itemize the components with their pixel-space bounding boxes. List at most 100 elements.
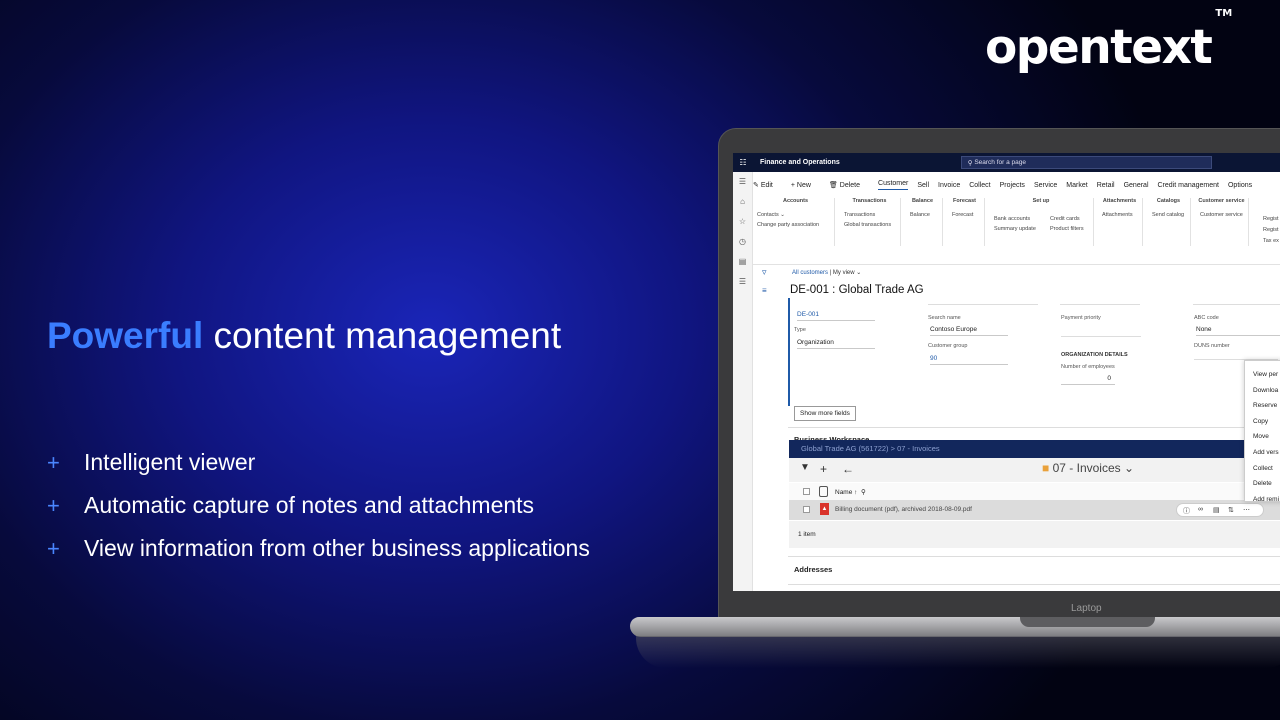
account-field[interactable]: DE-001 <box>797 311 875 321</box>
filter-icon[interactable]: ▿ <box>762 267 767 278</box>
breadcrumb: All customers | My view ⌄ <box>792 270 862 276</box>
new-button[interactable]: + New <box>791 182 820 189</box>
tab-projects[interactable]: Projects <box>1000 182 1025 189</box>
compare-icon[interactable]: ⇅ <box>1228 506 1234 514</box>
opentext-logo: opentextTM <box>985 8 1233 75</box>
show-more-fields-button[interactable]: Show more fields <box>794 406 856 421</box>
info-icon[interactable]: ⓘ <box>1183 506 1190 516</box>
ribbon-item-transactions[interactable]: Transactions <box>839 210 900 220</box>
workspace-icon[interactable]: ▤ <box>733 252 752 272</box>
menu-item-move[interactable]: Move <box>1245 429 1280 445</box>
table-row[interactable]: ▲ Billing document (pdf), archived 2018-… <box>789 500 1280 520</box>
add-icon[interactable]: + <box>820 462 827 476</box>
ribbon-item-change-party[interactable]: Change party association <box>757 220 834 230</box>
ribbon-item-bank-accounts[interactable]: Bank accounts <box>994 214 1036 224</box>
laptop-shadow <box>636 636 1280 668</box>
employees-field[interactable]: 0 <box>1061 375 1115 385</box>
delete-button[interactable]: 🗑 Delete <box>829 181 869 189</box>
search-icon: ⚲ <box>967 159 975 167</box>
menu-item-add-reminder[interactable]: Add remi <box>1245 492 1280 501</box>
ribbon-item-attachments[interactable]: Attachments <box>1097 210 1142 220</box>
ribbon-item-product-filters[interactable]: Product filters <box>1050 224 1084 234</box>
file-name[interactable]: Billing document (pdf), archived 2018-08… <box>835 506 972 513</box>
app-topbar: ☷ Finance and Operations ⚲ Search for a … <box>733 153 1280 172</box>
star-icon[interactable]: ☆ <box>733 212 752 232</box>
abc-code-field[interactable]: None <box>1196 326 1280 336</box>
plus-icon: + <box>47 492 60 518</box>
tab-retail[interactable]: Retail <box>1097 182 1115 189</box>
menu-item-copy[interactable]: Copy <box>1245 414 1280 430</box>
left-nav-rail: ☰ ⌂ ☆ ◷ ▤ ☰ <box>733 172 753 591</box>
select-all-checkbox[interactable] <box>803 488 810 495</box>
menu-item-download[interactable]: Downloa <box>1245 383 1280 399</box>
headline: Powerful content management <box>47 315 561 357</box>
ribbon-item-balance[interactable]: Balance <box>903 210 942 220</box>
ribbon-group-accounts: Accounts Contacts ⌄ Change party associa… <box>757 198 835 246</box>
menu-item-collect[interactable]: Collect <box>1245 461 1280 477</box>
home-icon[interactable]: ⌂ <box>733 192 752 212</box>
tab-general[interactable]: General <box>1124 182 1149 189</box>
app-name[interactable]: Finance and Operations <box>760 159 840 166</box>
edit-button[interactable]: ✎ Edit <box>753 181 782 189</box>
ribbon-group-balance: Balance Balance <box>903 198 943 246</box>
ribbon-overflow: Regist Regist Tax ex <box>1263 216 1279 244</box>
workspace-toolbar: ▼ + ← ■ 07 - Invoices ⌄ <box>789 458 1280 482</box>
tab-credit-management[interactable]: Credit management <box>1158 182 1219 189</box>
ribbon-item-contacts[interactable]: Contacts ⌄ <box>757 210 834 220</box>
menu-item-reserve[interactable]: Reserve <box>1245 398 1280 414</box>
tab-market[interactable]: Market <box>1066 182 1087 189</box>
more-icon[interactable]: ⋯ <box>1243 506 1250 514</box>
ribbon-item-forecast[interactable]: Forecast <box>945 210 984 220</box>
tab-customer[interactable]: Customer <box>878 180 909 190</box>
ribbon-group-customer-service: Customer service Customer service <box>1195 198 1249 246</box>
tab-sell[interactable]: Sell <box>917 182 929 189</box>
filter-icon[interactable]: ▼ <box>800 462 810 473</box>
field-underline <box>1061 336 1141 337</box>
tab-options[interactable]: Options <box>1228 182 1252 189</box>
tab-service[interactable]: Service <box>1034 182 1057 189</box>
ribbon-item-summary-update[interactable]: Summary update <box>994 224 1036 234</box>
ribbon-item-global-transactions[interactable]: Global transactions <box>839 220 900 230</box>
menu-item-delete[interactable]: Delete <box>1245 476 1280 492</box>
menu-item-add-version[interactable]: Add vers <box>1245 445 1280 461</box>
laptop-label: Laptop <box>1071 603 1102 614</box>
link-icon[interactable]: ∞ <box>1198 506 1203 513</box>
view-selector[interactable]: My view ⌄ <box>833 270 861 276</box>
ribbon-item-credit-cards[interactable]: Credit cards <box>1050 214 1084 224</box>
document-type-icon <box>819 486 828 497</box>
name-column-header[interactable]: Name ↑ ⚲ <box>835 488 866 496</box>
folder-selector[interactable]: ■ 07 - Invoices ⌄ <box>1042 461 1134 475</box>
bullet-item: + View information from other business ap… <box>47 535 590 561</box>
row-checkbox[interactable] <box>803 506 810 513</box>
workspace-list-header: Name ↑ ⚲ <box>789 483 1280 500</box>
app-launcher-icon[interactable]: ☷ <box>733 158 753 167</box>
list-icon[interactable]: ≡ <box>762 286 767 295</box>
menu-icon[interactable]: ☰ <box>733 172 752 192</box>
ribbon-item-customer-service[interactable]: Customer service <box>1195 210 1248 220</box>
trademark: TM <box>1215 8 1233 20</box>
ribbon-group-attachments: Attachments Attachments <box>1097 198 1143 246</box>
customer-group-field[interactable]: 90 <box>930 355 1008 365</box>
modules-icon[interactable]: ☰ <box>733 272 752 292</box>
all-customers-link[interactable]: All customers <box>792 270 828 276</box>
addresses-section[interactable]: Addresses <box>794 565 832 574</box>
field-underline <box>1060 304 1140 305</box>
bullet-list: + Intelligent viewer + Automatic capture o… <box>47 441 590 570</box>
back-arrow-icon[interactable]: ← <box>842 462 854 476</box>
search-input[interactable]: ⚲ Search for a page <box>960 156 1212 169</box>
ribbon-item-send-catalog[interactable]: Send catalog <box>1147 210 1190 220</box>
plus-icon: + <box>47 449 60 475</box>
clock-icon[interactable]: ◷ <box>733 232 752 252</box>
workspace-path[interactable]: Global Trade AG (561722) > 07 - Invoices <box>789 440 1280 458</box>
tab-invoice[interactable]: Invoice <box>938 182 960 189</box>
search-name-field[interactable]: Contoso Europe <box>930 326 1008 336</box>
type-field[interactable]: Organization <box>797 339 875 349</box>
context-menu: View per Downloa Reserve Copy Move Add v… <box>1244 360 1280 502</box>
headline-accent: Powerful <box>47 315 204 356</box>
properties-icon[interactable]: ▤ <box>1213 506 1220 514</box>
ribbon-divider <box>753 264 1280 265</box>
tab-collect[interactable]: Collect <box>969 182 990 189</box>
field-underline <box>1193 304 1280 305</box>
menu-item-view-per[interactable]: View per <box>1245 367 1280 383</box>
folder-icon: ■ <box>1042 461 1050 475</box>
